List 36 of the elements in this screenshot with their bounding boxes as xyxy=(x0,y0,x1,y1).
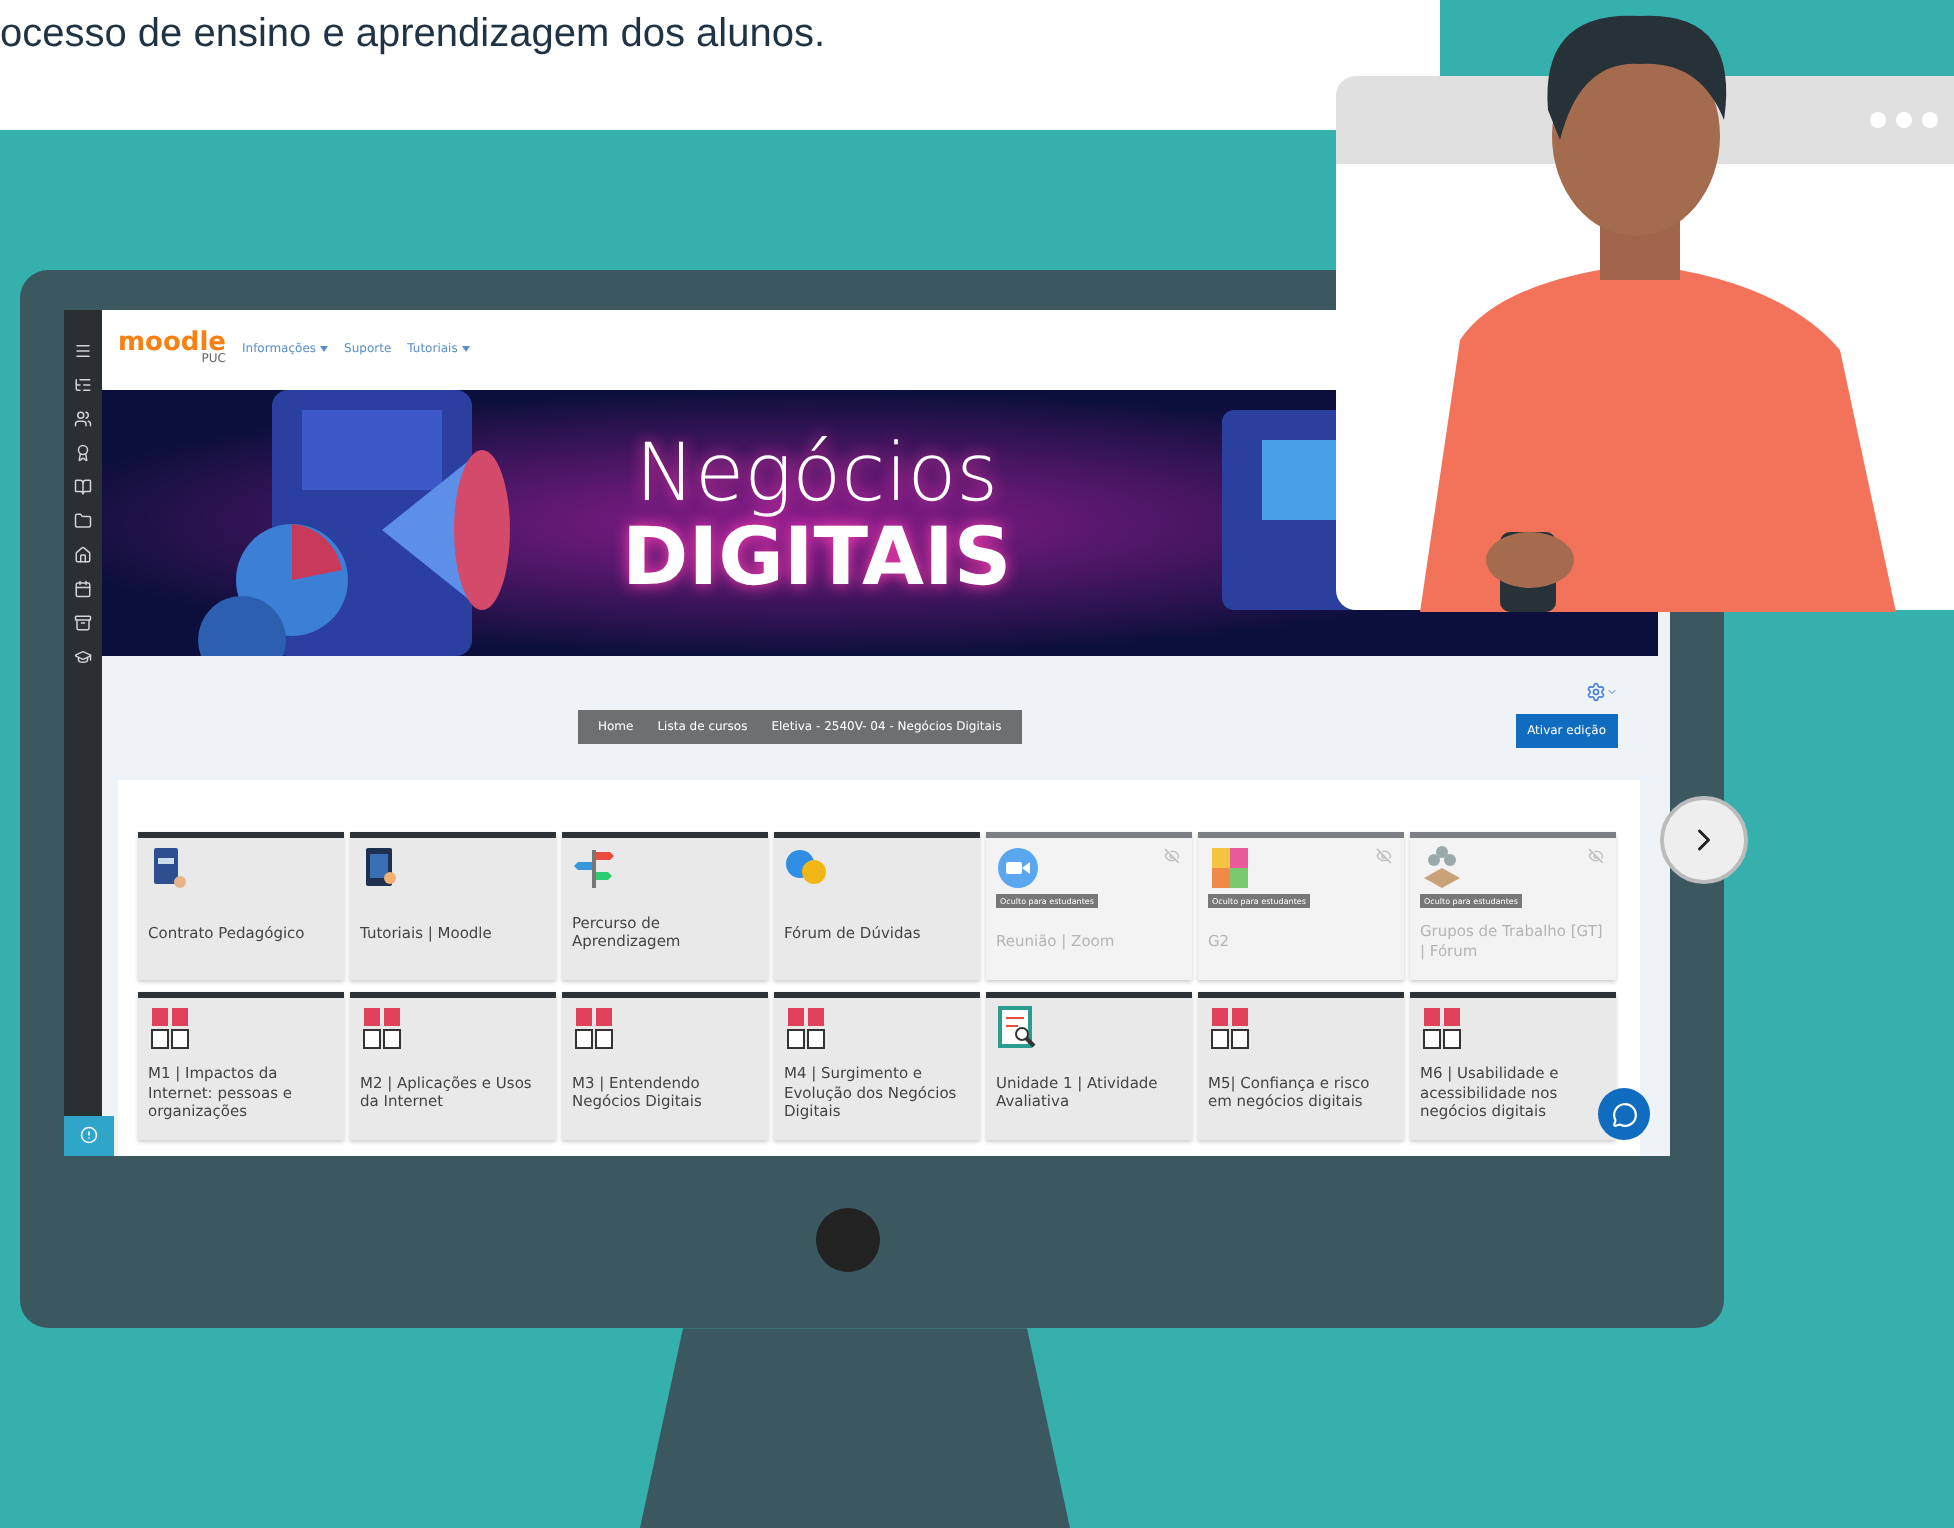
hidden-icon xyxy=(1588,847,1604,864)
archive-icon[interactable] xyxy=(74,613,92,632)
intro-text: ocesso de ensino e aprendizagem dos alunos. xyxy=(0,12,825,58)
info-button[interactable] xyxy=(64,1115,114,1156)
chat-icon xyxy=(784,845,828,890)
users-icon[interactable] xyxy=(74,409,92,428)
info-icon xyxy=(80,1126,98,1145)
settings-icon xyxy=(1586,681,1606,702)
tablet-icon xyxy=(148,845,192,890)
caret-icon xyxy=(1606,685,1618,698)
book-icon xyxy=(1208,1005,1252,1050)
hidden-icon xyxy=(1376,847,1392,864)
signpost-icon xyxy=(572,845,616,890)
book-icon xyxy=(572,1005,616,1050)
more-icon xyxy=(1868,110,1940,130)
settings-menu[interactable] xyxy=(1586,681,1618,702)
webcam-icon xyxy=(815,1207,879,1272)
video-icon xyxy=(996,845,1040,890)
banner-title: Negócios xyxy=(635,433,999,514)
network-icon xyxy=(1420,845,1464,890)
book-icon xyxy=(784,1005,828,1050)
book-icon xyxy=(360,1005,404,1050)
home-icon[interactable] xyxy=(74,545,92,564)
book-icon xyxy=(1420,1005,1464,1050)
award-icon[interactable] xyxy=(74,443,92,462)
calendar-icon[interactable] xyxy=(74,579,92,598)
list-icon[interactable] xyxy=(74,375,92,394)
menu-icon[interactable] xyxy=(74,341,92,360)
chat-icon xyxy=(1611,1101,1637,1127)
hidden-icon xyxy=(1164,847,1180,864)
graduation-cap-icon[interactable] xyxy=(74,647,92,666)
book-icon xyxy=(148,1005,192,1050)
quiz-icon xyxy=(996,1005,1040,1050)
puzzle-icon xyxy=(1208,845,1252,890)
folder-icon[interactable] xyxy=(74,511,92,530)
book-icon[interactable] xyxy=(74,477,92,496)
